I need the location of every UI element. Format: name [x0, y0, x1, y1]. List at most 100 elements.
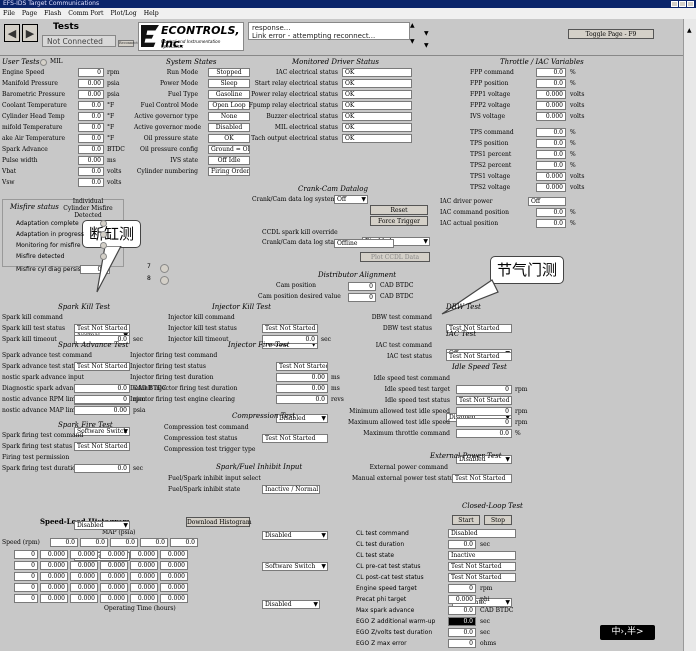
- spark-kill-label: Spark kill command: [2, 314, 63, 321]
- spark-fire-select[interactable]: Disabled: [74, 521, 130, 530]
- toggle-down-icon[interactable]: ▼: [424, 42, 432, 50]
- injector-fire-unit: ms: [331, 385, 340, 392]
- compression-label: Compression test trigger type: [164, 446, 256, 453]
- histogram-map-value: 0.0: [80, 538, 108, 547]
- menu-flash[interactable]: Flash: [44, 8, 61, 19]
- closed-loop-header: Closed-Loop Test: [462, 502, 523, 510]
- close-icon[interactable]: [687, 1, 694, 7]
- crank-cam-force-trigger-button[interactable]: Force Trigger: [370, 216, 428, 226]
- user-test-unit: psia: [107, 91, 120, 98]
- maximize-icon[interactable]: [679, 1, 686, 7]
- closed-loop-value: Inactive: [448, 551, 516, 560]
- menu-file[interactable]: File: [3, 8, 15, 19]
- download-histogram-button[interactable]: Download Histogram: [186, 517, 252, 527]
- throttle-label: TPS position: [470, 140, 509, 147]
- closed-loop-value: Test Not Started: [448, 573, 516, 582]
- injector-kill-unit: sec: [321, 336, 331, 343]
- closed-loop-label: CL pre-cat test status: [356, 563, 421, 570]
- closed-loop-label: CL test state: [356, 552, 395, 559]
- histogram-cell: 0.000: [40, 561, 68, 570]
- misfire-header: Misfire status: [10, 203, 59, 211]
- idle-speed-unit: %: [515, 430, 521, 437]
- user-test-label: ake Air Temperature: [2, 135, 66, 142]
- injector-fire-label: Injector firing test command: [130, 352, 218, 359]
- misfire-cyl-label: Individual Cylinder Misfire Detected: [63, 198, 113, 219]
- injector-fire-header: Injector Fire Test: [228, 341, 290, 349]
- minimize-icon[interactable]: [671, 1, 678, 7]
- histogram-cell: 0.000: [100, 594, 128, 603]
- menu-comm-port[interactable]: Comm Port: [68, 8, 103, 19]
- injector-fire-value: 0.00: [276, 373, 328, 382]
- histogram-cell: 0.000: [40, 594, 68, 603]
- ccdl-status-label: Crank/Cam data log status: [262, 239, 344, 246]
- arrow-right-icon: ▶: [25, 26, 35, 40]
- user-test-label: Spark Advance: [2, 146, 48, 153]
- histogram-cell: 0.000: [130, 561, 158, 570]
- throttle-unit: %: [570, 209, 576, 216]
- cam-desired-label: Cam position desired value: [258, 293, 341, 300]
- menu-page[interactable]: Page: [22, 8, 37, 19]
- plot-ccdl-button[interactable]: Plot CCDL Data: [360, 252, 430, 262]
- closed-loop-label: Precat phi target: [356, 596, 407, 603]
- histogram-speed-label: Speed (rpm): [2, 539, 40, 546]
- logo-tagline: Control and Instrumentation Specialists: [161, 39, 221, 49]
- throttle-label: FPP2 voltage: [470, 102, 511, 109]
- spark-fuel-select[interactable]: Disabled: [262, 600, 320, 609]
- driver-status-label: Buzzer electrical status: [266, 113, 338, 120]
- compression-select[interactable]: Software Switch: [262, 562, 328, 571]
- external-power-label: Manual external power test status: [352, 475, 457, 482]
- external-power-header: External Power Test: [430, 452, 502, 460]
- reconnect-button[interactable]: Reconnect: [118, 40, 138, 47]
- histogram-cell: 0.000: [100, 561, 128, 570]
- cam-position-unit: CAD BTDC: [380, 282, 414, 289]
- idle-speed-value: 0.0: [456, 429, 512, 438]
- driver-status-label: Tach output electrical status: [251, 135, 338, 142]
- user-test-unit: volts: [107, 168, 122, 175]
- idle-speed-value: 0: [456, 418, 512, 427]
- compression-select[interactable]: Disabled: [262, 531, 328, 540]
- user-test-label: Engine Speed: [2, 69, 45, 76]
- throttle-unit: volts: [570, 102, 585, 109]
- closed-loop-start-button[interactable]: Start: [452, 515, 480, 525]
- throttle-value: 0.000: [536, 172, 566, 181]
- closed-loop-stop-button[interactable]: Stop: [484, 515, 512, 525]
- scroll-up-icon[interactable]: ▲: [687, 27, 692, 34]
- idle-speed-unit: rpm: [515, 386, 528, 393]
- spark-fire-label: Firing test permission: [2, 454, 70, 461]
- toggle-page-button[interactable]: Toggle Page - F9: [568, 29, 654, 39]
- compression-label: Compression test status: [164, 435, 238, 442]
- histogram-rpm-value: 0: [14, 572, 38, 581]
- user-test-value: 0.0: [78, 145, 104, 154]
- next-page-button[interactable]: ▶: [22, 24, 38, 42]
- misfire-status-label: Adaptation in progress: [16, 231, 85, 238]
- vertical-scrollbar[interactable]: ▲: [683, 19, 696, 651]
- throttle-iac-header: Throttle / IAC Variables: [500, 58, 584, 66]
- crank-cam-reset-button[interactable]: Reset: [370, 205, 428, 215]
- histogram-map-value: 0.0: [110, 538, 138, 547]
- menu-help[interactable]: Help: [144, 8, 159, 19]
- closed-loop-value: 0.0: [448, 628, 476, 637]
- toggle-dropdown-icon[interactable]: ▼: [424, 30, 432, 38]
- histogram-cell: 0.000: [160, 572, 188, 581]
- prev-page-button[interactable]: ◀: [4, 24, 20, 42]
- crank-cam-log-select[interactable]: Off: [334, 195, 368, 204]
- message-scroll-icon[interactable]: ▲: [410, 22, 420, 32]
- closed-loop-value: 0.0: [448, 540, 476, 549]
- driver-status-label: Power relay electrical status: [251, 91, 338, 98]
- mil-label: MIL: [50, 58, 63, 65]
- misfire-cyl-7-led: [160, 264, 169, 273]
- ime-tray[interactable]: 中›,半>: [600, 625, 655, 640]
- idle-speed-label: Idle speed test command: [373, 375, 450, 382]
- throttle-label: IVS voltage: [470, 113, 506, 120]
- histogram-footer: Operating Time (hours): [104, 605, 176, 612]
- idle-speed-value: 0: [456, 407, 512, 416]
- spark-fire-header: Spark Fire Test: [58, 421, 113, 429]
- monitored-driver-header: Monitored Driver Status: [292, 58, 379, 66]
- menu-plot-log[interactable]: Plot/Log: [111, 8, 137, 19]
- message-scroll-down-icon[interactable]: ▼: [410, 38, 420, 48]
- user-test-value: 0.0: [78, 178, 104, 187]
- histogram-map-value: 0.0: [50, 538, 78, 547]
- histogram-rpm-value: 0: [14, 594, 38, 603]
- misfire-status-label: Monitoring for misfire: [16, 242, 81, 249]
- system-state-label: Fuel Control Mode: [140, 102, 198, 109]
